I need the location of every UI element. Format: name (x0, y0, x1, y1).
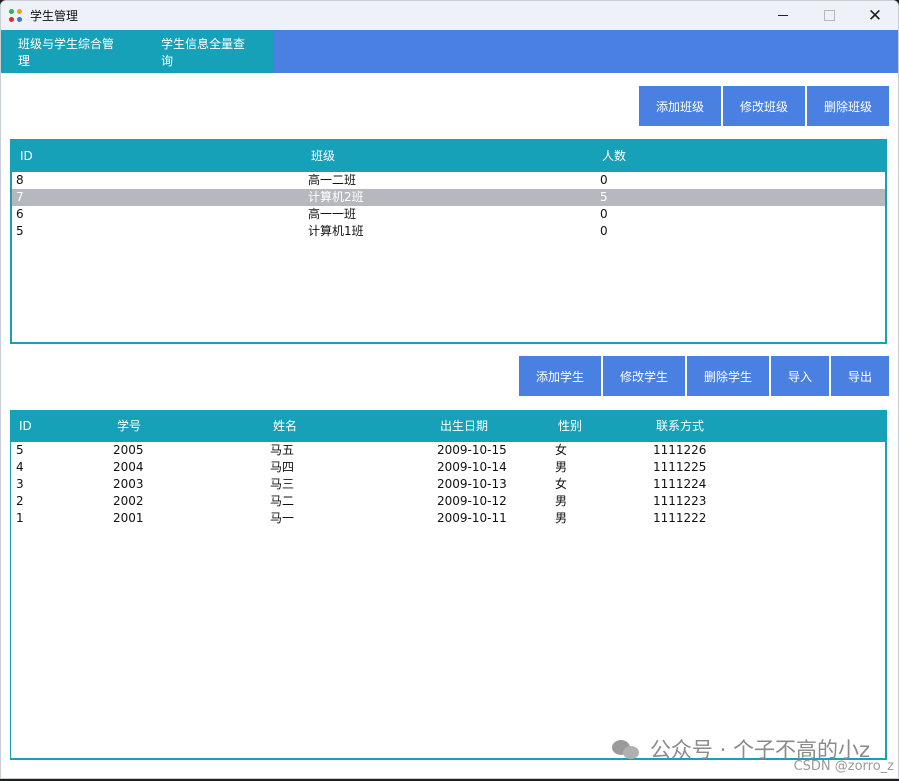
cell-id: 8 (16, 173, 24, 187)
table-row[interactable]: 2 2002 马二 2009-10-12 男 1111223 (11, 493, 885, 510)
edit-student-button[interactable]: 修改学生 (603, 356, 685, 396)
edit-class-button[interactable]: 修改班级 (723, 86, 805, 126)
cell-student-no: 2003 (113, 477, 144, 491)
col-header-count[interactable]: 人数 (602, 141, 626, 172)
app-logo-icon (9, 8, 23, 23)
cell-id: 1 (16, 511, 24, 525)
cell-birthdate: 2009-10-13 (437, 477, 507, 491)
table-row[interactable]: 5 2005 马五 2009-10-15 女 1111226 (11, 442, 885, 459)
nav-bar: 班级与学生综合管理 学生信息全量查询 (1, 30, 898, 73)
tab-class-student-management[interactable]: 班级与学生综合管理 (1, 30, 143, 73)
cell-id: 7 (16, 190, 24, 204)
cell-count: 0 (600, 224, 608, 238)
table-row[interactable]: 4 2004 马四 2009-10-14 男 1111225 (11, 459, 885, 476)
col-header-class[interactable]: 班级 (311, 141, 335, 172)
cell-birthdate: 2009-10-12 (437, 494, 507, 508)
minimize-icon (778, 15, 788, 16)
cell-name: 马一 (270, 511, 295, 525)
cell-count: 5 (600, 190, 608, 204)
table-row[interactable]: 5 计算机1班 0 (12, 223, 885, 240)
cell-contact: 1111226 (653, 443, 707, 457)
table-row[interactable]: 6 高一一班 0 (12, 206, 885, 223)
delete-class-button[interactable]: 删除班级 (807, 86, 889, 126)
add-class-button[interactable]: 添加班级 (639, 86, 721, 126)
minimize-button[interactable] (760, 1, 806, 30)
app-window: 学生管理 ✕ 班级与学生综合管理 学生信息全量查询 添加班级 修改班级 删除班级… (0, 0, 899, 779)
cell-gender: 女 (555, 443, 568, 457)
col-header-student-no[interactable]: 学号 (117, 411, 141, 442)
maximize-button[interactable] (806, 1, 852, 30)
delete-student-button[interactable]: 删除学生 (687, 356, 769, 396)
import-button[interactable]: 导入 (771, 356, 829, 396)
col-header-birthdate[interactable]: 出生日期 (440, 411, 488, 442)
cell-name: 马五 (270, 443, 295, 457)
col-header-name[interactable]: 姓名 (273, 411, 297, 442)
cell-id: 4 (16, 460, 24, 474)
class-table-header: ID 班级 人数 (12, 141, 885, 172)
cell-birthdate: 2009-10-15 (437, 443, 507, 457)
cell-birthdate: 2009-10-14 (437, 460, 507, 474)
maximize-icon (823, 10, 835, 21)
close-button[interactable]: ✕ (852, 1, 898, 30)
class-table: ID 班级 人数 8 高一二班 0 7 计算机2班 5 6 高一一班 0 5 计… (10, 139, 887, 344)
cell-contact: 1111224 (653, 477, 707, 491)
cell-gender: 男 (555, 460, 568, 474)
cell-class: 高一一班 (308, 207, 357, 221)
cell-gender: 男 (555, 494, 568, 508)
add-student-button[interactable]: 添加学生 (519, 356, 601, 396)
col-header-id[interactable]: ID (20, 141, 33, 172)
cell-name: 马三 (270, 477, 295, 491)
cell-contact: 1111225 (653, 460, 707, 474)
cell-name: 马四 (270, 460, 295, 474)
cell-id: 3 (16, 477, 24, 491)
cell-count: 0 (600, 173, 608, 187)
cell-contact: 1111222 (653, 511, 707, 525)
window-title: 学生管理 (30, 9, 79, 23)
cell-contact: 1111223 (653, 494, 707, 508)
student-table-header: ID 学号 姓名 出生日期 性别 联系方式 (11, 411, 885, 442)
cell-birthdate: 2009-10-11 (437, 511, 507, 525)
table-row-selected[interactable]: 7 计算机2班 5 (12, 189, 885, 206)
cell-count: 0 (600, 207, 608, 221)
cell-class: 高一二班 (308, 173, 357, 187)
col-header-id[interactable]: ID (19, 411, 32, 442)
cell-gender: 男 (555, 511, 568, 525)
cell-student-no: 2002 (113, 494, 144, 508)
cell-id: 6 (16, 207, 24, 221)
cell-gender: 女 (555, 477, 568, 491)
table-row[interactable]: 1 2001 马一 2009-10-11 男 1111222 (11, 510, 885, 527)
cell-id: 5 (16, 443, 24, 457)
cell-student-no: 2001 (113, 511, 144, 525)
col-header-contact[interactable]: 联系方式 (656, 411, 704, 442)
student-table: ID 学号 姓名 出生日期 性别 联系方式 5 2005 马五 2009-10-… (10, 410, 887, 760)
export-button[interactable]: 导出 (831, 356, 889, 396)
cell-name: 马二 (270, 494, 295, 508)
cell-student-no: 2005 (113, 443, 144, 457)
wechat-icon (611, 738, 642, 760)
cell-id: 5 (16, 224, 24, 238)
tab-student-info-query[interactable]: 学生信息全量查询 (143, 30, 274, 73)
csdn-credit: CSDN @zorro_z (793, 759, 894, 774)
table-row[interactable]: 3 2003 马三 2009-10-13 女 1111224 (11, 476, 885, 493)
table-row[interactable]: 8 高一二班 0 (12, 172, 885, 189)
cell-id: 2 (16, 494, 24, 508)
title-bar: 学生管理 ✕ (1, 1, 898, 30)
cell-class: 计算机2班 (308, 190, 364, 204)
cell-student-no: 2004 (113, 460, 144, 474)
col-header-gender[interactable]: 性别 (558, 411, 582, 442)
cell-class: 计算机1班 (308, 224, 364, 238)
close-icon: ✕ (867, 5, 883, 26)
